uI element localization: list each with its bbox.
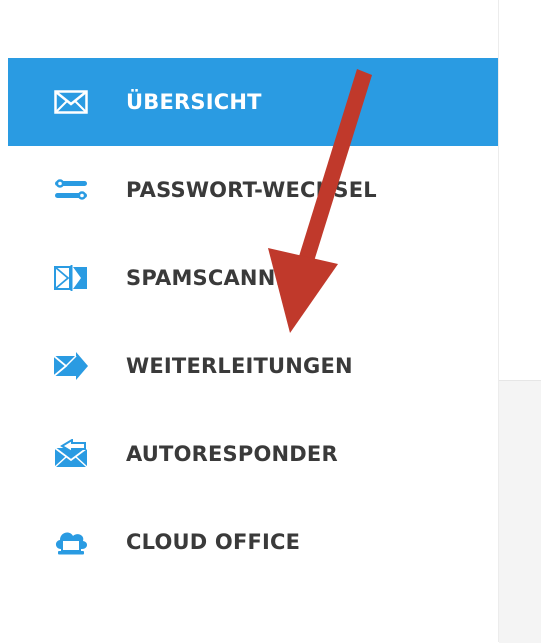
content-area-top bbox=[499, 0, 541, 380]
sidebar-menu: ÜBERSICHT PASSWORT-WECHSEL SPAMSCANNER W… bbox=[8, 58, 498, 586]
sidebar-item-label: ÜBERSICHT bbox=[126, 90, 262, 114]
sidebar-item-label: PASSWORT-WECHSEL bbox=[126, 178, 377, 202]
sidebar-item-label: AUTORESPONDER bbox=[126, 442, 338, 466]
sidebar: ÜBERSICHT PASSWORT-WECHSEL SPAMSCANNER W… bbox=[0, 0, 498, 642]
sidebar-item-label: CLOUD OFFICE bbox=[126, 530, 301, 554]
cloud-office-icon bbox=[52, 527, 90, 557]
sidebar-item-passwort-wechsel[interactable]: PASSWORT-WECHSEL bbox=[8, 146, 498, 234]
autoresponder-icon bbox=[52, 439, 90, 469]
sidebar-item-cloud-office[interactable]: CLOUD OFFICE bbox=[8, 498, 498, 586]
sidebar-item-ubersicht[interactable]: ÜBERSICHT bbox=[8, 58, 498, 146]
content-area-bottom bbox=[499, 380, 541, 643]
sidebar-item-label: WEITERLEITUNGEN bbox=[126, 354, 353, 378]
spam-scanner-icon bbox=[52, 263, 90, 293]
sidebar-item-spamscanner[interactable]: SPAMSCANNER bbox=[8, 234, 498, 322]
settings-sliders-icon bbox=[52, 175, 90, 205]
sidebar-item-autoresponder[interactable]: AUTORESPONDER bbox=[8, 410, 498, 498]
sidebar-item-weiterleitungen[interactable]: WEITERLEITUNGEN bbox=[8, 322, 498, 410]
envelope-icon bbox=[52, 87, 90, 117]
forward-mail-icon bbox=[52, 351, 90, 381]
sidebar-item-label: SPAMSCANNER bbox=[126, 266, 307, 290]
